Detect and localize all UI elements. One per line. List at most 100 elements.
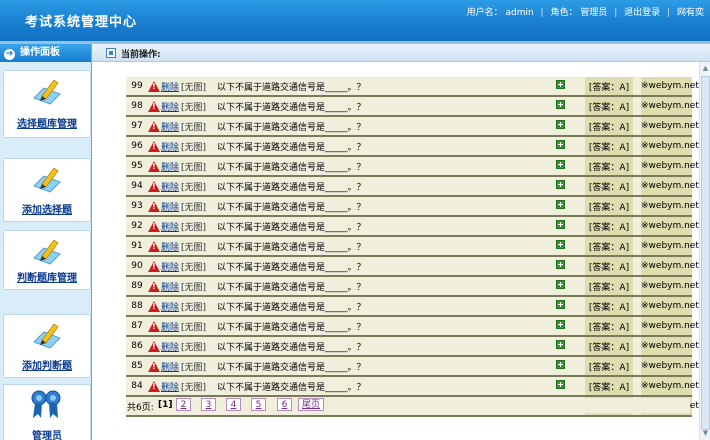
no-image-label: [无图]: [181, 375, 215, 397]
row-number: 94: [126, 175, 148, 197]
plus-icon[interactable]: [555, 80, 565, 89]
delete-link[interactable]: 删除: [161, 383, 179, 393]
site-link[interactable]: 网有奕: [677, 8, 704, 18]
plus-icon[interactable]: [555, 320, 565, 329]
delete-link[interactable]: 删除: [161, 303, 179, 313]
warning-icon: [148, 320, 160, 332]
spacer: [633, 235, 641, 257]
delete-link[interactable]: 删除: [161, 243, 179, 253]
delete-cell: 删除: [148, 175, 181, 197]
table-row: 89 删除[无图]以下不属于道路交通信号是_____。？ [答案：A] ※webym.…: [126, 275, 699, 297]
delete-cell: 删除: [148, 275, 181, 297]
last-page-link[interactable]: 尾页: [298, 398, 325, 411]
spacer: [573, 135, 585, 157]
delete-link[interactable]: 删除: [161, 83, 179, 93]
plus-icon[interactable]: [555, 360, 565, 369]
answer-badge: [答案：A]: [585, 95, 633, 117]
expand-cell: [547, 235, 573, 257]
delete-link[interactable]: 删除: [161, 343, 179, 353]
delete-cell: 删除: [148, 315, 181, 337]
page-link[interactable]: 6: [277, 398, 292, 411]
row-number: 98: [126, 95, 148, 117]
spacer: [633, 155, 641, 177]
scroll-down-icon[interactable]: ▼: [701, 429, 710, 438]
ribbon-icon: [31, 390, 61, 418]
expand-cell: [547, 135, 573, 157]
plus-icon[interactable]: [555, 280, 565, 289]
delete-link[interactable]: 删除: [161, 163, 179, 173]
delete-cell: 删除: [148, 375, 181, 397]
sidebar-item-choice-bank[interactable]: 选择题库管理: [3, 70, 91, 138]
plus-icon[interactable]: [555, 340, 565, 349]
delete-link[interactable]: 删除: [161, 143, 179, 153]
plus-icon[interactable]: [555, 380, 565, 389]
delete-link[interactable]: 删除: [161, 203, 179, 213]
table-row: 88 删除[无图]以下不属于道路交通信号是_____。？ [答案：A] ※webym.…: [126, 295, 699, 317]
plus-icon[interactable]: [555, 300, 565, 309]
spacer: [573, 275, 585, 297]
delete-link[interactable]: 删除: [161, 323, 179, 333]
source-label: ※webym.net: [641, 195, 699, 217]
source-label: ※webym.net: [641, 275, 699, 297]
delete-cell: 删除: [148, 135, 181, 157]
delete-cell: 删除: [148, 235, 181, 257]
delete-link[interactable]: 删除: [161, 123, 179, 133]
delete-cell: 删除: [148, 115, 181, 137]
arrow-right-icon: ➔: [4, 49, 15, 60]
answer-badge: [答案：A]: [585, 355, 633, 377]
table-row: 94 删除[无图]以下不属于道路交通信号是_____。？ [答案：A] ※webym.…: [126, 175, 699, 197]
delete-link[interactable]: 删除: [161, 283, 179, 293]
plus-icon[interactable]: [555, 260, 565, 269]
table-row: 87 删除[无图]以下不属于道路交通信号是_____。？ [答案：A] ※webym.…: [126, 315, 699, 337]
warning-icon: [148, 240, 160, 252]
spacer: [573, 355, 585, 377]
plus-icon[interactable]: [555, 140, 565, 149]
answer-badge: [答案：A]: [585, 315, 633, 337]
spacer: [573, 175, 585, 197]
no-image-label: [无图]: [181, 355, 215, 377]
plus-icon[interactable]: [555, 200, 565, 209]
delete-cell: 删除: [148, 76, 181, 97]
plus-icon[interactable]: [555, 120, 565, 129]
sidebar-item-admin[interactable]: 管理员: [3, 384, 91, 440]
spacer: [573, 95, 585, 117]
table-row: 92 删除[无图]以下不属于道路交通信号是_____。？ [答案：A] ※webym.…: [126, 215, 699, 237]
page-link[interactable]: 5: [251, 398, 266, 411]
sidebar-item-judge-bank[interactable]: 判断题库管理: [3, 230, 91, 290]
plus-icon[interactable]: [555, 180, 565, 189]
page-link[interactable]: 2: [176, 398, 191, 411]
delete-link[interactable]: 删除: [161, 103, 179, 113]
vertical-scrollbar[interactable]: ▲ ▼: [699, 62, 710, 440]
delete-cell: 删除: [148, 255, 181, 277]
logout-link[interactable]: 退出登录: [624, 8, 660, 18]
row-number: 96: [126, 135, 148, 157]
delete-link[interactable]: 删除: [161, 223, 179, 233]
scroll-thumb[interactable]: [701, 76, 710, 430]
scroll-up-icon[interactable]: ▲: [701, 64, 710, 73]
sidebar-item-label: 选择题库管理: [17, 119, 77, 130]
no-image-label: [无图]: [181, 76, 215, 97]
row-number: 91: [126, 235, 148, 257]
delete-link[interactable]: 删除: [161, 363, 179, 373]
role-label: 角色：: [550, 8, 578, 18]
answer-badge: [答案：A]: [585, 295, 633, 317]
table-row: 90 删除[无图]以下不属于道路交通信号是_____。？ [答案：A] ※webym.…: [126, 255, 699, 277]
plus-icon[interactable]: [555, 220, 565, 229]
spacer: [573, 295, 585, 317]
plus-icon[interactable]: [555, 240, 565, 249]
source-label: ※webym.net: [641, 76, 699, 97]
warning-icon: [148, 220, 160, 232]
spacer: [573, 375, 585, 397]
delete-link[interactable]: 删除: [161, 263, 179, 273]
row-number: 86: [126, 335, 148, 357]
pencil-icon: [33, 167, 61, 193]
sidebar-item-add-judge[interactable]: 添加判断题: [3, 314, 91, 378]
delete-link[interactable]: 删除: [161, 183, 179, 193]
sidebar-item-add-choice[interactable]: 添加选择题: [3, 158, 91, 222]
plus-icon[interactable]: [555, 160, 565, 169]
page-link[interactable]: 4: [226, 398, 241, 411]
warning-icon: [148, 260, 160, 272]
source-label: ※webym.net: [641, 255, 699, 277]
plus-icon[interactable]: [555, 100, 565, 109]
page-link[interactable]: 3: [201, 398, 216, 411]
